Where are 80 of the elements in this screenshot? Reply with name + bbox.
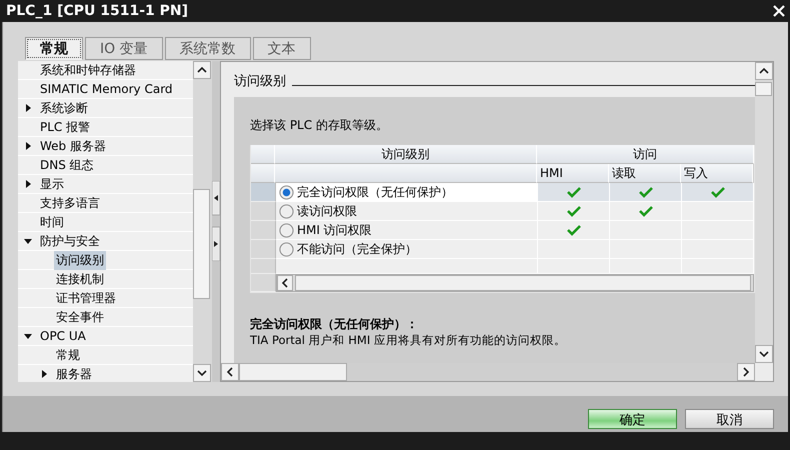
expand-arrow-icon[interactable] xyxy=(24,180,32,188)
row-header-cell xyxy=(251,221,276,240)
tab[interactable]: 系统常数 xyxy=(164,37,251,60)
description-text: TIA Portal 用户和 HMI 应用将具有对所有功能的访问权限。 xyxy=(250,333,567,348)
row-header-cell xyxy=(251,202,276,221)
tree-item[interactable]: 防护与安全 xyxy=(38,232,102,250)
tree-item[interactable]: OPC UA xyxy=(38,328,88,344)
access-level-label: 完全访问权限（无任何保护） xyxy=(297,184,453,200)
checkmark-icon xyxy=(566,186,580,198)
column-header: HMI xyxy=(537,164,609,183)
tree-item[interactable]: Web 服务器 xyxy=(38,136,108,156)
checkmark-icon xyxy=(638,186,652,198)
scroll-down-button[interactable] xyxy=(755,345,773,363)
tree-item[interactable]: 常规 xyxy=(54,346,82,364)
expand-arrow-icon[interactable] xyxy=(24,142,32,150)
scrollbar-thumb[interactable] xyxy=(755,82,772,96)
tree-item[interactable]: 连接机制 xyxy=(54,270,106,288)
window-title: PLC_1 [CPU 1511-1 PN] xyxy=(6,3,188,19)
cancel-button[interactable]: 取消 xyxy=(685,409,774,429)
tree-item[interactable]: 显示 xyxy=(38,174,66,194)
column-header: 写入 xyxy=(681,164,753,183)
corner-header-cell xyxy=(251,164,275,183)
tree-item[interactable]: 安全事件 xyxy=(54,308,106,326)
access-level-label: HMI 访问权限 xyxy=(297,222,372,238)
radio-button[interactable] xyxy=(279,222,294,238)
scroll-down-button[interactable] xyxy=(193,364,211,382)
checkmark-icon xyxy=(566,224,580,236)
radio-button[interactable] xyxy=(279,184,294,200)
scrollbar-thumb[interactable] xyxy=(295,275,751,291)
column-header: 读取 xyxy=(609,164,681,183)
checkmark-icon xyxy=(638,205,652,217)
vertical-scrollbar[interactable] xyxy=(193,61,212,382)
table-cell xyxy=(538,259,610,274)
tree-item[interactable]: 支持多语言 xyxy=(38,194,102,212)
section-title: 访问级别 xyxy=(234,73,286,90)
scrollbar-thumb[interactable] xyxy=(239,363,347,381)
radio-button[interactable] xyxy=(279,204,294,218)
scroll-up-button[interactable] xyxy=(193,61,211,79)
radio-button[interactable] xyxy=(279,242,294,256)
expand-arrow-icon[interactable] xyxy=(24,104,32,112)
tree-item[interactable]: PLC 报警 xyxy=(38,118,92,136)
corner-header-cell xyxy=(251,145,275,164)
column-header: 访问级别 xyxy=(275,145,537,164)
horizontal-scrollbar[interactable] xyxy=(276,274,754,292)
column-header: 访问 xyxy=(537,145,754,164)
scroll-up-button[interactable] xyxy=(755,62,773,80)
row-header-cell xyxy=(251,274,276,292)
tree-item[interactable]: 时间 xyxy=(38,212,66,232)
tab[interactable]: 文本 xyxy=(252,37,311,60)
checkmark-icon xyxy=(566,205,580,217)
tree-item[interactable]: SIMATIC Memory Card xyxy=(38,81,175,97)
tree-item[interactable]: 服务器 xyxy=(54,364,94,382)
collapse-arrow-icon[interactable] xyxy=(24,237,32,245)
scroll-left-button[interactable] xyxy=(221,363,239,381)
description-title: 完全访问权限（无任何保护）： xyxy=(250,316,419,333)
scrollbar-thumb[interactable] xyxy=(193,189,210,299)
scroll-right-button[interactable] xyxy=(737,363,755,381)
horizontal-scrollbar[interactable] xyxy=(221,363,755,381)
row-header-cell xyxy=(251,240,276,259)
row-header-cell xyxy=(251,259,276,274)
tree-item[interactable]: DNS 组态 xyxy=(38,156,96,174)
splitter-handle[interactable] xyxy=(212,61,220,382)
collapse-arrow-icon[interactable] xyxy=(24,332,32,340)
tree-item[interactable]: 访问级别 xyxy=(54,250,106,270)
tree-item[interactable]: 证书管理器 xyxy=(54,288,118,308)
ok-button[interactable]: 确定 xyxy=(588,409,677,429)
vertical-scrollbar[interactable] xyxy=(755,62,773,363)
expand-arrow-icon[interactable] xyxy=(40,370,48,378)
access-level-label: 不能访问（完全保护） xyxy=(297,240,417,258)
tab[interactable]: 常规 xyxy=(25,37,83,60)
access-level-label: 读访问权限 xyxy=(297,202,357,220)
row-header-cell xyxy=(251,183,276,202)
table-cell xyxy=(610,259,682,274)
intro-text: 选择该 PLC 的存取等级。 xyxy=(250,117,389,134)
checkmark-icon xyxy=(710,186,724,198)
close-icon[interactable] xyxy=(772,4,786,18)
tab[interactable]: IO 变量 xyxy=(85,37,163,60)
tree-item[interactable]: 系统诊断 xyxy=(38,98,90,118)
scroll-left-button[interactable] xyxy=(277,275,293,291)
tree-item[interactable]: 系统和时钟存储器 xyxy=(38,61,138,80)
